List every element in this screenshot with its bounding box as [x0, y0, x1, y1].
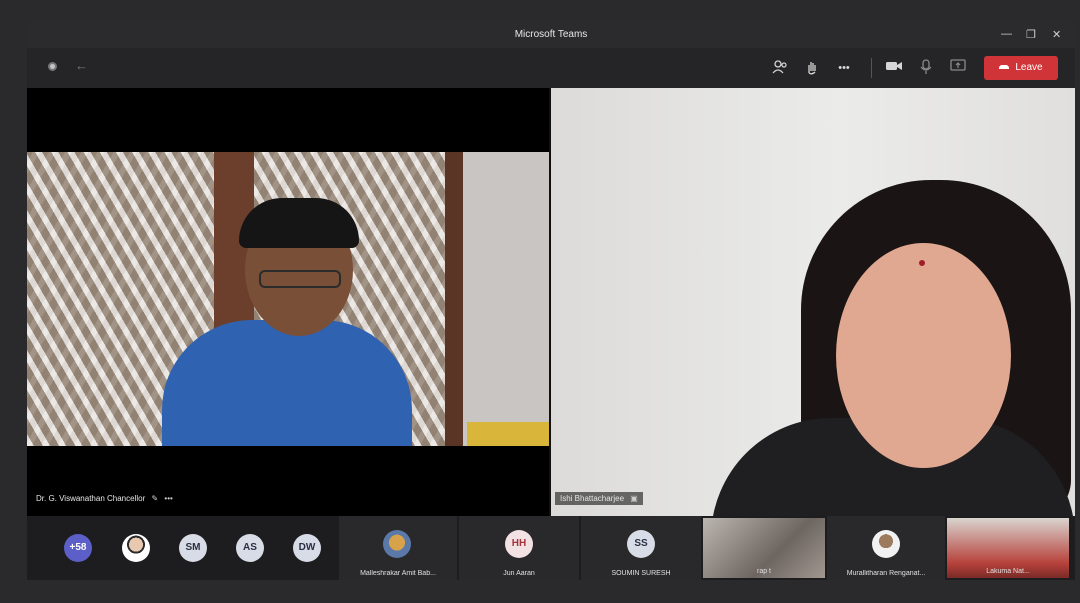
- meeting-toolbar: ← ••• Leave: [27, 48, 1075, 88]
- participant-video-tile[interactable]: Lakuma Nat...: [947, 518, 1069, 578]
- mic-small-icon: ✎: [151, 494, 159, 503]
- leave-label: Leave: [1015, 62, 1043, 73]
- participant-tile[interactable]: Murallitharan Renganat...: [827, 516, 945, 580]
- video-stage: Dr. G. Viswanathan Chancellor ✎ ••• Ishi…: [27, 88, 1075, 516]
- more-options-icon[interactable]: •••: [835, 59, 853, 77]
- video-tile-speaker-2[interactable]: Ishi Bhattacharjee ▣: [551, 88, 1075, 516]
- phone-hangup-icon: [999, 65, 1010, 70]
- participant-name: Murallitharan Renganat...: [846, 570, 926, 577]
- avatar[interactable]: [122, 534, 150, 562]
- camera-icon[interactable]: [885, 59, 903, 77]
- raise-hand-icon[interactable]: [803, 59, 821, 77]
- back-arrow-icon[interactable]: ←: [75, 58, 88, 73]
- teams-window: Microsoft Teams — ❐ ✕ ← ••• Leave Dr. G.…: [27, 22, 1075, 580]
- toolbar-divider: [871, 58, 872, 78]
- participant-tile[interactable]: HH Jun Aaran: [459, 516, 579, 580]
- more-icon[interactable]: •••: [164, 494, 172, 503]
- participant-name: Ishi Bhattacharjee: [560, 494, 625, 503]
- participant-name-tag: Ishi Bhattacharjee ▣: [555, 492, 643, 505]
- participant-name: Malleshrakar Amit Bab...: [360, 570, 436, 577]
- avatar[interactable]: DW: [293, 534, 321, 562]
- participant-strip: +58 SM AS DW Malleshrakar Amit Bab... HH…: [27, 516, 1075, 580]
- restore-button[interactable]: ❐: [1026, 28, 1036, 41]
- participant-name: rap t: [756, 568, 771, 575]
- avatar[interactable]: SM: [179, 534, 207, 562]
- leave-button[interactable]: Leave: [984, 56, 1058, 80]
- participant-tile[interactable]: SS SOUMIN SURESH: [581, 516, 701, 580]
- recording-icon: [48, 62, 57, 71]
- avatar: SS: [627, 530, 655, 558]
- participant-video: [27, 152, 549, 446]
- mic-icon[interactable]: [917, 59, 935, 77]
- avatar: [872, 530, 900, 558]
- minimize-button[interactable]: —: [1001, 28, 1012, 40]
- share-screen-icon[interactable]: [949, 59, 967, 77]
- more-participants-button[interactable]: +58: [64, 534, 92, 562]
- participant-name-tag: Dr. G. Viswanathan Chancellor ✎ •••: [31, 492, 178, 505]
- avatar: [383, 530, 411, 558]
- participant-name: Lakuma Nat...: [986, 568, 1030, 575]
- avatar: HH: [505, 530, 533, 558]
- title-bar: Microsoft Teams — ❐ ✕: [27, 22, 1075, 48]
- pin-icon: ▣: [630, 494, 638, 503]
- window-title: Microsoft Teams: [514, 29, 588, 40]
- video-tile-speaker-1[interactable]: Dr. G. Viswanathan Chancellor ✎ •••: [27, 88, 549, 516]
- participant-tile[interactable]: Malleshrakar Amit Bab...: [339, 516, 457, 580]
- close-button[interactable]: ✕: [1052, 28, 1061, 41]
- participant-name: Dr. G. Viswanathan Chancellor: [36, 494, 146, 503]
- participant-name: Jun Aaran: [503, 570, 535, 577]
- participant-video-tile[interactable]: rap t: [703, 518, 825, 578]
- participant-name: SOUMIN SURESH: [611, 570, 671, 577]
- participants-icon[interactable]: [771, 59, 789, 77]
- avatar[interactable]: AS: [236, 534, 264, 562]
